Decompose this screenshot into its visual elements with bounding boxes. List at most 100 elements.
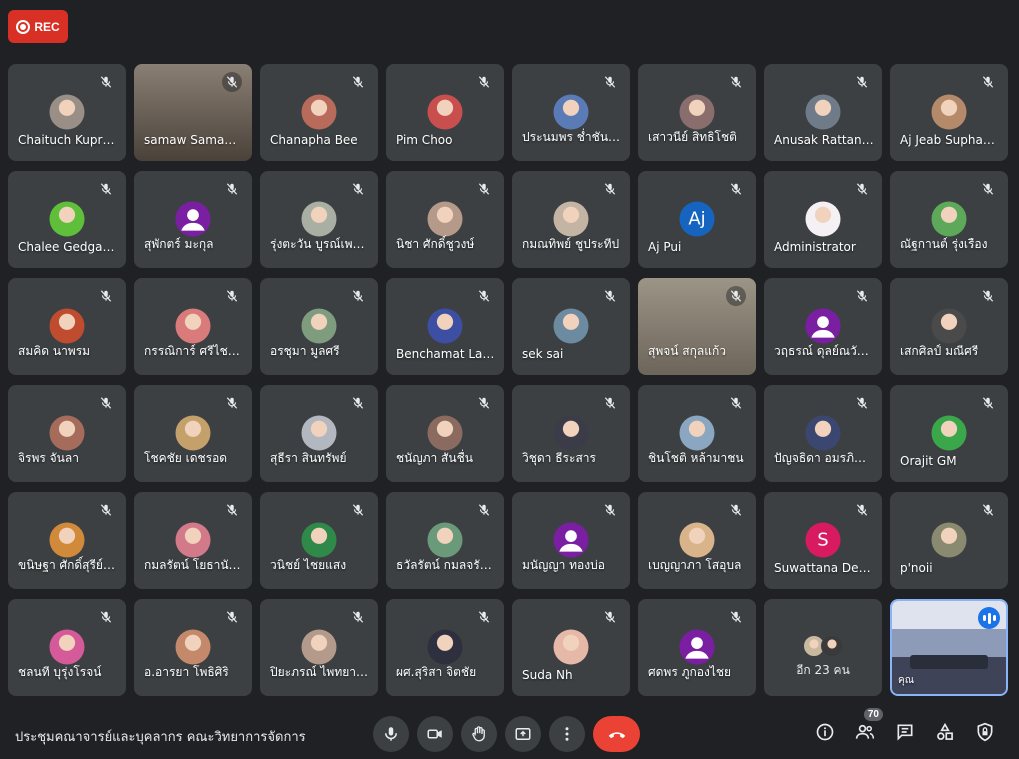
participant-tile[interactable]: ชินโชติ หล้ามาชน [638, 385, 756, 482]
avatar-photo [175, 308, 211, 344]
mic-off-icon [600, 179, 620, 199]
avatar [175, 522, 211, 558]
chat-button[interactable] [893, 720, 917, 744]
avatar-photo [49, 629, 85, 665]
raise-hand-button[interactable] [461, 716, 497, 752]
mic-off-icon [222, 286, 242, 306]
participant-tile[interactable]: Chalee Gedgaew [8, 171, 126, 268]
mic-off-icon [222, 500, 242, 520]
participant-tile[interactable]: กรรณิการ์ ศรีไชย… [134, 278, 252, 375]
participant-name: ขนิษฐา ศักดิ์สุรีย์ม… [18, 558, 118, 572]
record-icon [16, 19, 31, 34]
participant-tile[interactable]: ปัญจธิดา อมรภิญ… [764, 385, 882, 482]
participant-tile[interactable]: Benchamat Lak… [386, 278, 504, 375]
avatar [805, 201, 841, 237]
participant-tile[interactable]: รุ่งตะวัน บูรณ์เพนา… [260, 171, 378, 268]
avatar [301, 308, 337, 344]
participant-tile[interactable]: Administrator [764, 171, 882, 268]
avatar [553, 415, 589, 451]
avatar [931, 308, 967, 344]
participant-tile[interactable]: วฤธรณ์ ดุลย์ณวัฒน์ [764, 278, 882, 375]
mic-off-icon [348, 179, 368, 199]
participant-tile[interactable]: สมคิด นาพรม [8, 278, 126, 375]
mic-off-icon [978, 72, 998, 92]
avatar [553, 94, 589, 130]
avatar [931, 94, 967, 130]
self-view-tile[interactable]: คุณ [890, 599, 1008, 696]
avatar [49, 522, 85, 558]
avatar: Aj [679, 201, 715, 237]
participant-name: เสาวนีย์ สิทธิโชติ [648, 130, 737, 144]
participant-tile[interactable]: อรชุมา มูลศรี [260, 278, 378, 375]
participant-tile[interactable]: ชลนที บุรุ่งโรจน์ [8, 599, 126, 696]
participant-tile[interactable]: ธวัลรัตน์ กมลจรัสเ… [386, 492, 504, 589]
mic-off-icon [726, 286, 746, 306]
host-controls-button[interactable] [973, 720, 997, 744]
participant-tile[interactable]: มนัญญา ทองบ่อ [512, 492, 630, 589]
avatar-photo [805, 415, 841, 451]
participant-tile[interactable]: กมลรัตน์ โยธานันต์ [134, 492, 252, 589]
avatar [805, 308, 841, 344]
participant-tile[interactable]: ประนมพร ช่ำชันม… [512, 64, 630, 161]
participant-tile[interactable]: นิชา ศักดิ์ชูวงษ์ [386, 171, 504, 268]
participant-name: Pim Choo [396, 133, 453, 147]
mic-off-icon [978, 500, 998, 520]
avatar [175, 629, 211, 665]
participant-name: Chalee Gedgaew [18, 240, 118, 254]
end-call-button[interactable] [593, 716, 640, 752]
avatar [679, 94, 715, 130]
participant-tile[interactable]: ณัฐกานต์ รุ่งเรือง [890, 171, 1008, 268]
participant-tile[interactable]: สุพจน์ สกุลแก้ว [638, 278, 756, 375]
avatar-photo [427, 522, 463, 558]
participant-tile[interactable]: Anusak Rattana… [764, 64, 882, 161]
participant-tile[interactable]: ผศ.สุริสา จิตชัย [386, 599, 504, 696]
participant-tile[interactable]: วนิชย์ ไชยแสง [260, 492, 378, 589]
participant-grid: Chaituch Kupra… samaw Sama… Chanapha Bee Pi… [8, 64, 1008, 696]
participant-tile[interactable]: ปิยะภรณ์ ไพทยา… [260, 599, 378, 696]
participant-tile[interactable]: S Suwattana Dee… [764, 492, 882, 589]
mic-off-icon [726, 500, 746, 520]
participant-tile[interactable]: samaw Sama… [134, 64, 252, 161]
participant-tile[interactable]: เสาวนีย์ สิทธิโชติ [638, 64, 756, 161]
avatar [49, 308, 85, 344]
activities-button[interactable] [933, 720, 957, 744]
participant-tile[interactable]: อ.อารยา โพธิศิริ [134, 599, 252, 696]
participant-tile[interactable]: สุธีรา สินทรัพย์ [260, 385, 378, 482]
participant-tile[interactable]: Chaituch Kupra… [8, 64, 126, 161]
avatar-photo [427, 94, 463, 130]
meeting-info-button[interactable] [813, 720, 837, 744]
participant-tile[interactable]: โชคชัย เดชรอด [134, 385, 252, 482]
avatar [931, 522, 967, 558]
more-options-button[interactable] [549, 716, 585, 752]
participant-tile[interactable]: เสกศิลป์ มณีศรี [890, 278, 1008, 375]
participant-tile[interactable]: สุพักตร์ มะกุล [134, 171, 252, 268]
participant-tile[interactable]: เบญญาภา โสอุบล [638, 492, 756, 589]
mic-off-icon [222, 179, 242, 199]
participant-tile[interactable]: ชนัญภา สันชื่น [386, 385, 504, 482]
microphone-button[interactable] [373, 716, 409, 752]
participant-tile[interactable]: จิรพร จันลา [8, 385, 126, 482]
participant-tile[interactable]: Pim Choo [386, 64, 504, 161]
avatar [553, 629, 589, 665]
participant-tile[interactable]: Aj Aj Pui [638, 171, 756, 268]
avatar [301, 415, 337, 451]
participant-tile[interactable]: Suda Nh [512, 599, 630, 696]
participant-tile[interactable]: ขนิษฐา ศักดิ์สุรีย์ม… [8, 492, 126, 589]
avatar-photo [49, 522, 85, 558]
participant-tile[interactable]: Aj Jeab Suphan… [890, 64, 1008, 161]
more-participants-tile[interactable]: อีก 23 คน [764, 599, 882, 696]
participant-tile[interactable]: p'noii [890, 492, 1008, 589]
people-button[interactable]: 70 [853, 708, 883, 744]
avatar-photo [301, 629, 337, 665]
participant-tile[interactable]: กมณทิพย์ ชูประทีป [512, 171, 630, 268]
camera-button[interactable] [417, 716, 453, 752]
participant-tile[interactable]: ศดพร ภูกองไชย [638, 599, 756, 696]
participant-name: Aj Jeab Suphan… [900, 133, 1000, 147]
side-panel-controls: 70 [813, 708, 997, 744]
participant-tile[interactable]: sek sai [512, 278, 630, 375]
participant-tile[interactable]: Orajit GM [890, 385, 1008, 482]
raise-hand-icon [472, 726, 485, 742]
participant-tile[interactable]: Chanapha Bee [260, 64, 378, 161]
present-screen-button[interactable] [505, 716, 541, 752]
participant-tile[interactable]: วิชุดา ธีระสาร [512, 385, 630, 482]
